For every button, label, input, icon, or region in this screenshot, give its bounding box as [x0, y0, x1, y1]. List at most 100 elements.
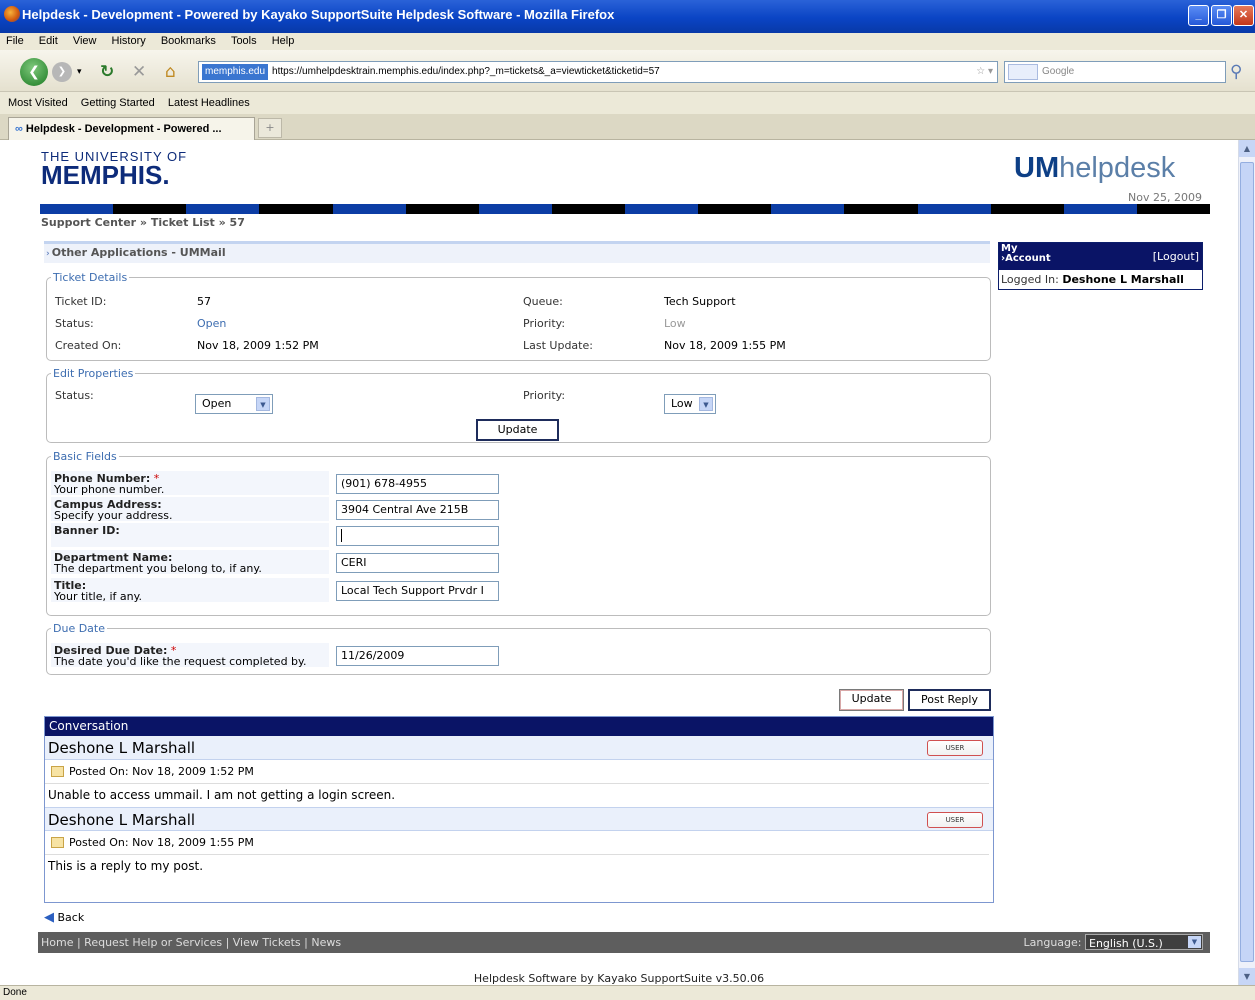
- post-message: Unable to access ummail. I am not gettin…: [48, 788, 396, 802]
- forward-arrow-icon[interactable]: ❯: [52, 62, 72, 82]
- phone-row: Phone Number: * Your phone number. (901) …: [51, 471, 986, 495]
- campus-row: Campus Address: Specify your address. 390…: [51, 497, 986, 521]
- bookmarks-toolbar: Most Visited Getting Started Latest Head…: [0, 92, 1255, 114]
- department-input[interactable]: CERI: [336, 553, 499, 573]
- brand-rest: helpdesk: [1059, 152, 1176, 184]
- ticket-id-value: 57: [197, 295, 211, 308]
- due-date-fieldset: Due Date Desired Due Date: * The date you…: [46, 622, 991, 675]
- ticket-details-legend: Ticket Details: [53, 271, 128, 284]
- department-label-cell: Department Name: The department you belon…: [51, 550, 329, 574]
- menu-history[interactable]: History: [106, 33, 152, 47]
- scroll-thumb[interactable]: [1240, 162, 1254, 962]
- queue-label: Queue:: [523, 295, 563, 308]
- conversation-panel: Conversation Deshone L Marshall USER Pos…: [44, 716, 994, 903]
- post-reply-button[interactable]: Post Reply: [908, 689, 991, 711]
- search-magnifier-icon[interactable]: ⚲: [1230, 62, 1242, 82]
- bookmark-most-visited[interactable]: Most Visited: [8, 97, 68, 109]
- language-label: Language:: [1023, 936, 1082, 949]
- restore-button[interactable]: ❐: [1211, 5, 1232, 26]
- home-icon[interactable]: ⌂: [165, 62, 176, 82]
- menu-bookmarks[interactable]: Bookmarks: [155, 33, 222, 47]
- footer-links[interactable]: Home | Request Help or Services | View T…: [41, 936, 341, 949]
- menu-file[interactable]: File: [0, 33, 30, 47]
- search-engine-icon[interactable]: [1008, 64, 1038, 80]
- language-value: English (U.S.): [1089, 937, 1163, 950]
- due-date-row: Desired Due Date: * The date you'd like t…: [51, 643, 986, 667]
- campus-input[interactable]: 3904 Central Ave 215B: [336, 500, 499, 520]
- browser-tab[interactable]: ∞ Helpdesk - Development - Powered ...: [8, 117, 255, 141]
- history-dropdown-icon[interactable]: ▾: [77, 62, 82, 82]
- envelope-icon: [51, 837, 64, 848]
- stop-icon[interactable]: ✕: [132, 62, 146, 82]
- status-select-value: Open: [202, 397, 232, 410]
- due-date-input[interactable]: 11/26/2009: [336, 646, 499, 666]
- university-logo-main: MEMPHIS.: [41, 160, 170, 190]
- phone-label-cell: Phone Number: * Your phone number.: [51, 471, 329, 495]
- post-author-bar: Deshone L Marshall USER: [45, 736, 993, 760]
- menu-help[interactable]: Help: [266, 33, 301, 47]
- title-label-cell: Title: Your title, if any.: [51, 578, 329, 602]
- navigation-toolbar: ❮ ❯ ▾ ↻ ✕ ⌂ memphis.edu https://umhelpdes…: [0, 50, 1255, 92]
- account-header: My ›Account [Logout]: [999, 243, 1202, 270]
- back-link[interactable]: ◀ Back: [44, 910, 84, 925]
- url-bar[interactable]: memphis.edu https://umhelpdesktrain.memph…: [198, 61, 998, 83]
- tab-label: Helpdesk - Development - Powered ...: [25, 123, 222, 135]
- helpdesk-brand[interactable]: UMhelpdesk: [1014, 152, 1175, 185]
- language-select[interactable]: English (U.S.) ▼: [1085, 934, 1203, 950]
- bookmark-latest-headlines[interactable]: Latest Headlines: [168, 97, 250, 109]
- conversation-title: Conversation: [45, 717, 993, 736]
- status-value: Open: [197, 317, 227, 330]
- new-tab-button[interactable]: +: [258, 118, 282, 138]
- logout-link[interactable]: [Logout]: [1153, 250, 1199, 263]
- title-input[interactable]: Local Tech Support Prvdr I: [336, 581, 499, 601]
- back-arrow-icon[interactable]: ❮: [20, 58, 48, 86]
- campus-label-cell: Campus Address: Specify your address.: [51, 497, 329, 521]
- due-date-legend: Due Date: [53, 622, 105, 635]
- priority-select[interactable]: Low ▼: [664, 394, 716, 414]
- department-desc: The department you belong to, if any.: [54, 562, 262, 575]
- user-badge[interactable]: USER: [927, 740, 983, 756]
- menu-tools[interactable]: Tools: [225, 33, 263, 47]
- scroll-up-icon[interactable]: ▲: [1239, 140, 1255, 157]
- minimize-button[interactable]: _: [1188, 5, 1209, 26]
- update-button[interactable]: Update: [839, 689, 904, 711]
- phone-input[interactable]: (901) 678-4955: [336, 474, 499, 494]
- reload-icon[interactable]: ↻: [100, 62, 114, 82]
- logged-in-label: Logged In:: [1001, 273, 1059, 286]
- ticket-details-fieldset: Ticket Details Ticket ID: 57 Queue: Tech…: [46, 271, 991, 361]
- created-label: Created On:: [55, 339, 122, 352]
- status-select[interactable]: Open ▼: [195, 394, 273, 414]
- powered-by[interactable]: Helpdesk Software by Kayako SupportSuite…: [0, 972, 1238, 985]
- scroll-down-icon[interactable]: ▼: [1239, 968, 1255, 985]
- back-arrow-icon: ◀: [44, 910, 54, 925]
- breadcrumb[interactable]: Support Center » Ticket List » 57: [41, 216, 245, 229]
- priority-value: Low: [664, 317, 686, 330]
- user-badge[interactable]: USER: [927, 812, 983, 828]
- header-stripe: [40, 204, 1210, 214]
- edit-update-button[interactable]: Update: [476, 419, 559, 441]
- search-box[interactable]: Google: [1004, 61, 1226, 83]
- site-identity-badge[interactable]: memphis.edu: [202, 64, 269, 80]
- favicon-icon: ∞: [15, 123, 23, 135]
- status-label: Status:: [55, 317, 94, 330]
- close-button[interactable]: ✕: [1233, 5, 1254, 26]
- firefox-icon: [4, 6, 20, 22]
- footer-bar: Home | Request Help or Services | View T…: [38, 932, 1210, 953]
- chevron-right-icon: ›: [46, 249, 50, 259]
- basic-fields-legend: Basic Fields: [53, 450, 117, 463]
- due-date-desc: The date you'd like the request complete…: [54, 655, 307, 668]
- vertical-scrollbar[interactable]: ▲ ▼: [1238, 140, 1255, 985]
- chevron-down-icon: ▼: [1188, 936, 1201, 948]
- window-titlebar: Helpdesk - Development - Powered by Kaya…: [0, 0, 1255, 33]
- menu-view[interactable]: View: [67, 33, 103, 47]
- category-title: Other Applications - UMMail: [51, 246, 226, 259]
- tab-strip: ∞ Helpdesk - Development - Powered ... +: [0, 114, 1255, 141]
- status-bar: Done: [0, 985, 1255, 1000]
- chevron-down-icon: ▼: [699, 397, 713, 411]
- ticket-id-label: Ticket ID:: [55, 295, 107, 308]
- window-title: Helpdesk - Development - Powered by Kaya…: [22, 7, 615, 22]
- bookmark-star-icon[interactable]: ☆ ▾: [976, 62, 993, 82]
- banner-input[interactable]: [336, 526, 499, 546]
- menu-edit[interactable]: Edit: [33, 33, 64, 47]
- bookmark-getting-started[interactable]: Getting Started: [81, 97, 155, 109]
